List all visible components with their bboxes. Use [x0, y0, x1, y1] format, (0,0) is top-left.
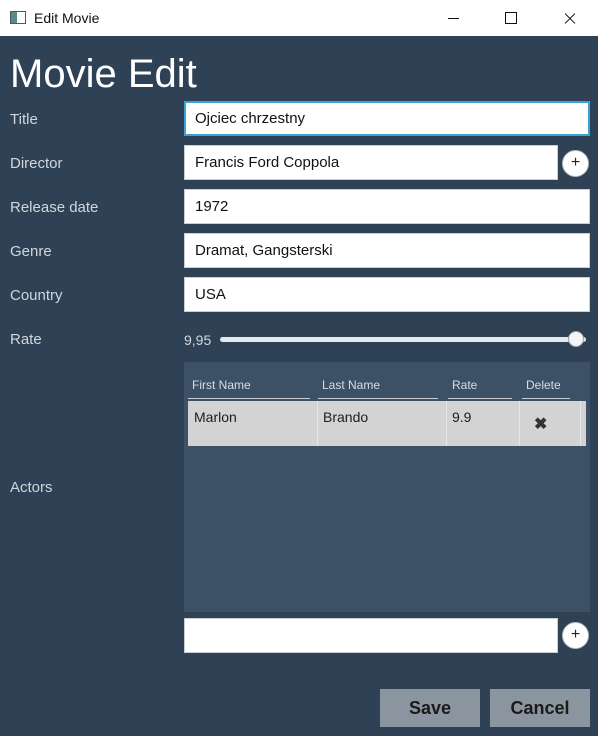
column-divider: [580, 401, 581, 446]
genre-label: Genre: [10, 243, 52, 260]
director-field[interactable]: Francis Ford Coppola: [184, 145, 558, 180]
minimize-icon[interactable]: [430, 0, 476, 36]
genre-field[interactable]: Dramat, Gangsterski: [184, 233, 590, 268]
column-header-delete[interactable]: Delete: [522, 378, 570, 399]
cancel-button[interactable]: Cancel: [490, 689, 590, 727]
actors-table: First Name Last Name Rate Delete Marlon …: [184, 362, 590, 612]
add-director-button[interactable]: +: [562, 150, 589, 177]
actors-label: Actors: [10, 479, 53, 496]
save-button[interactable]: Save: [380, 689, 480, 727]
release-date-label: Release date: [10, 199, 99, 216]
director-label: Director: [10, 155, 63, 172]
column-header-first-name[interactable]: First Name: [188, 378, 310, 399]
app-window-icon: [10, 11, 26, 24]
release-date-field[interactable]: 1972: [184, 189, 590, 224]
delete-icon[interactable]: ✖: [534, 414, 547, 434]
cell-rate: 9.9: [452, 409, 472, 425]
column-divider: [519, 401, 520, 446]
title-field[interactable]: Ojciec chrzestny: [184, 101, 590, 136]
column-header-rate[interactable]: Rate: [448, 378, 512, 399]
table-row[interactable]: Marlon Brando 9.9 ✖: [188, 401, 586, 446]
title-label: Title: [10, 111, 38, 128]
title-bar: Edit Movie: [0, 0, 598, 36]
rate-value: 9,95: [184, 332, 212, 348]
rate-slider-thumb[interactable]: [568, 331, 585, 347]
rate-label: Rate: [10, 331, 42, 348]
country-field[interactable]: USA: [184, 277, 590, 312]
close-icon[interactable]: [546, 0, 592, 36]
cell-first-name: Marlon: [194, 409, 237, 425]
maximize-icon[interactable]: [488, 0, 534, 36]
column-divider: [446, 401, 447, 446]
rate-slider-track[interactable]: [220, 337, 586, 342]
cell-last-name: Brando: [323, 409, 369, 425]
add-actor-button[interactable]: +: [562, 622, 589, 649]
window-title: Edit Movie: [34, 10, 100, 26]
page-title: Movie Edit: [10, 52, 197, 96]
new-actor-field[interactable]: [184, 618, 558, 653]
column-divider: [317, 401, 318, 446]
column-header-last-name[interactable]: Last Name: [318, 378, 438, 399]
country-label: Country: [10, 287, 63, 304]
